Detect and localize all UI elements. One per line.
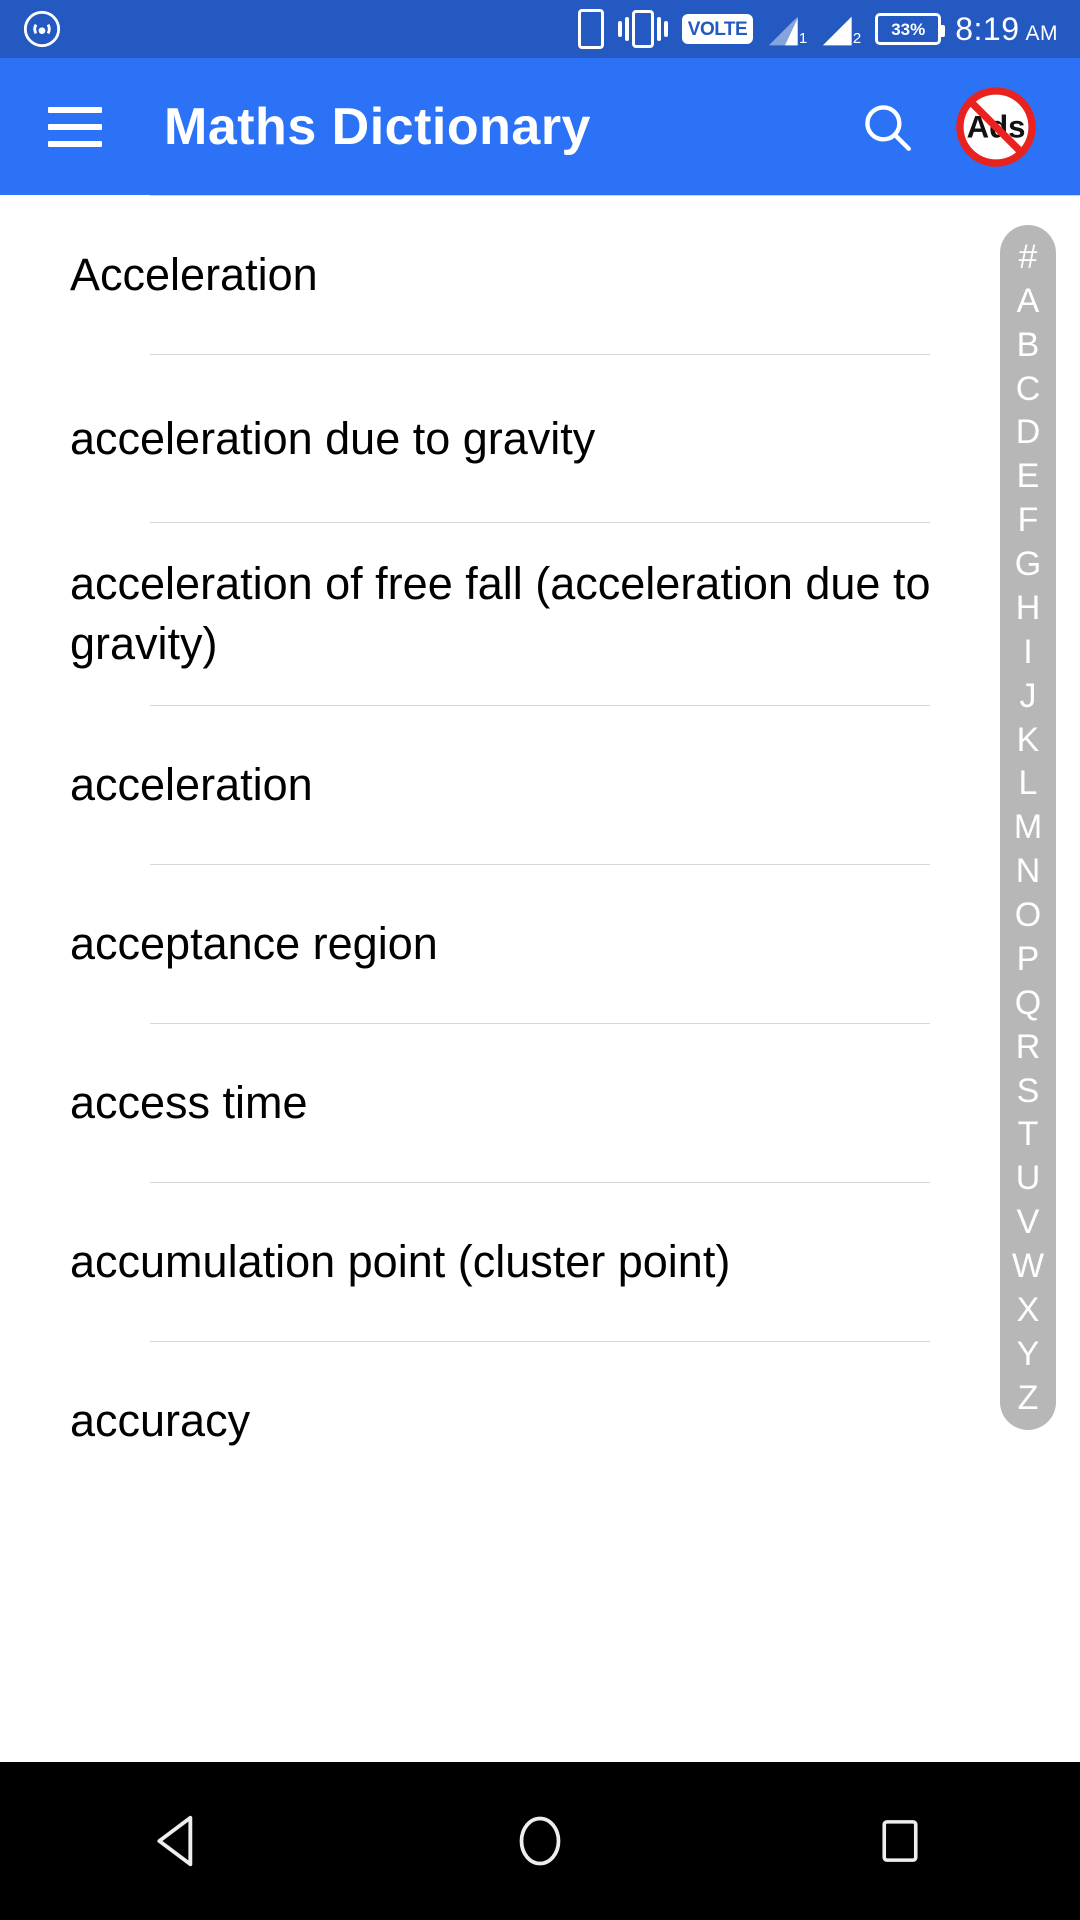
alphabet-index-letter-j[interactable]: J	[1000, 679, 1056, 713]
app-screen: VOLTE 1 2 33% 8:19 AM Maths Dictionary A…	[0, 0, 1080, 1920]
alphabet-index-letter-s[interactable]: S	[1000, 1074, 1056, 1108]
system-navigation-bar	[0, 1762, 1080, 1920]
volte-icon: VOLTE	[681, 14, 754, 44]
vibrate-icon	[617, 10, 668, 48]
sim1-label: 1	[798, 30, 808, 47]
alphabet-index-letter-t[interactable]: T	[1000, 1117, 1056, 1151]
alphabet-index-letter-m[interactable]: M	[1000, 810, 1056, 844]
status-bar-left	[0, 9, 62, 49]
home-nav-icon[interactable]	[480, 1781, 600, 1901]
list-item[interactable]: acceleration due to gravity	[0, 355, 1080, 522]
alphabet-index-letter-n[interactable]: N	[1000, 854, 1056, 888]
list-item[interactable]: accumulation point (cluster point)	[0, 1183, 1080, 1341]
list-item-label: Acceleration	[70, 249, 318, 300]
list-item-label: acceleration	[70, 759, 313, 810]
alphabet-index-letter-x[interactable]: X	[1000, 1293, 1056, 1327]
status-bar-clock: 8:19 AM	[955, 11, 1058, 48]
alphabet-index-letter-hash[interactable]: #	[1000, 240, 1056, 274]
list-item-label: access time	[70, 1077, 308, 1128]
alphabet-index-letter-c[interactable]: C	[1000, 372, 1056, 406]
battery-percent: 33%	[891, 19, 926, 39]
hamburger-menu-icon[interactable]	[48, 106, 102, 147]
alphabet-index-letter-k[interactable]: K	[1000, 723, 1056, 757]
alphabet-index-letter-l[interactable]: L	[1000, 766, 1056, 800]
alphabet-index-letter-w[interactable]: W	[1000, 1249, 1056, 1283]
list-item[interactable]: access time	[0, 1024, 1080, 1182]
list-item-label: acceptance region	[70, 918, 438, 969]
alphabet-index-letter-z[interactable]: Z	[1000, 1381, 1056, 1415]
alphabet-index-letter-d[interactable]: D	[1000, 415, 1056, 449]
list-item[interactable]: accuracy	[0, 1342, 1080, 1500]
alphabet-index-letter-h[interactable]: H	[1000, 591, 1056, 625]
clock-ampm: AM	[1025, 21, 1058, 45]
list-item-label: acceleration of free fall (acceleration …	[70, 558, 931, 669]
alphabet-index-letter-q[interactable]: Q	[1000, 986, 1056, 1020]
sim2-label: 2	[852, 30, 862, 47]
list-item[interactable]: Acceleration	[0, 196, 1080, 354]
alphabet-index-letter-f[interactable]: F	[1000, 503, 1056, 537]
battery-icon: 33%	[875, 13, 946, 45]
list-item[interactable]: acceleration of free fall (acceleration …	[0, 523, 1080, 705]
alphabet-index-letter-g[interactable]: G	[1000, 547, 1056, 581]
list-item-label: accumulation point (cluster point)	[70, 1236, 731, 1287]
dictionary-list[interactable]: Acceleration acceleration due to gravity…	[0, 195, 1080, 1760]
alphabet-index-letter-y[interactable]: Y	[1000, 1337, 1056, 1371]
alphabet-index-letter-r[interactable]: R	[1000, 1030, 1056, 1064]
back-nav-icon[interactable]	[120, 1781, 240, 1901]
list-item-label: acceleration due to gravity	[70, 412, 596, 464]
alphabet-index-letter-u[interactable]: U	[1000, 1161, 1056, 1195]
status-bar: VOLTE 1 2 33% 8:19 AM	[0, 0, 1080, 58]
alphabet-index-letter-b[interactable]: B	[1000, 328, 1056, 362]
recents-nav-icon[interactable]	[840, 1781, 960, 1901]
status-bar-right: VOLTE 1 2 33% 8:19 AM	[577, 9, 1080, 49]
search-icon[interactable]	[856, 96, 918, 158]
list-item[interactable]: acceptance region	[0, 865, 1080, 1023]
alphabet-index-letter-a[interactable]: A	[1000, 284, 1056, 318]
phone-icon	[577, 9, 604, 49]
cast-icon	[22, 9, 62, 49]
list-item-label: accuracy	[70, 1395, 251, 1446]
alphabet-index-letter-p[interactable]: P	[1000, 942, 1056, 976]
list-item[interactable]: acceleration	[0, 706, 1080, 864]
signal-sim1-icon: 1	[767, 11, 807, 47]
page-title: Maths Dictionary	[164, 97, 591, 156]
signal-sim2-icon: 2	[821, 11, 861, 47]
alphabet-index-letter-i[interactable]: I	[1000, 635, 1056, 669]
app-bar-actions: Ads	[856, 85, 1080, 169]
alphabet-index-scrollbar[interactable]: # A B C D E F G H I J K L M N O P Q R S T U V W X Y Z	[1000, 225, 1056, 1430]
alphabet-index-letter-e[interactable]: E	[1000, 459, 1056, 493]
no-ads-icon[interactable]: Ads	[954, 85, 1038, 169]
alphabet-index-letter-o[interactable]: O	[1000, 898, 1056, 932]
app-bar: Maths Dictionary Ads	[0, 58, 1080, 195]
alphabet-index-letter-v[interactable]: V	[1000, 1205, 1056, 1239]
clock-time: 8:19	[955, 10, 1020, 47]
